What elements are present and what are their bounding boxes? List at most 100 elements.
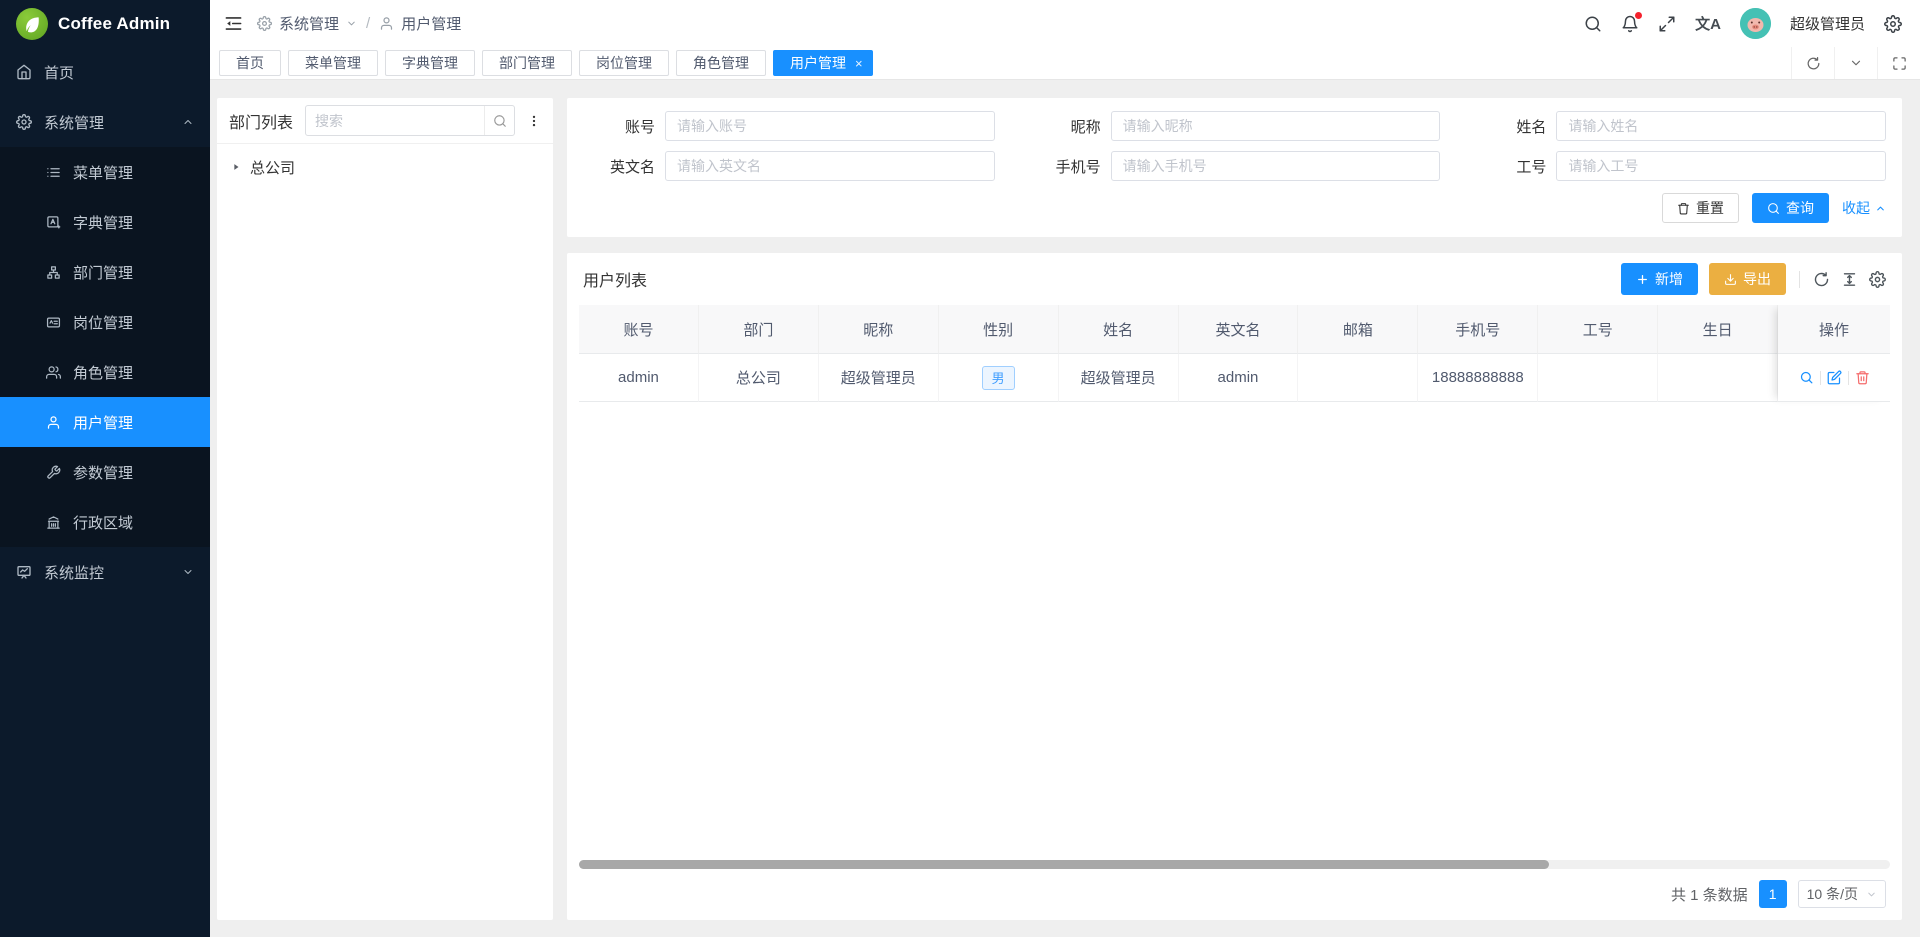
language-switch-icon[interactable]: 文A xyxy=(1695,13,1721,34)
collapse-sidebar-icon[interactable] xyxy=(224,14,243,33)
field-name: 姓名 xyxy=(1474,111,1886,141)
page-size-select[interactable]: 10 条/页 xyxy=(1798,880,1886,908)
chevron-down-icon[interactable] xyxy=(1834,47,1877,79)
user-table: 账号 部门 昵称 性别 姓名 英文名 邮箱 手机号 工号 生日 ad xyxy=(579,305,1890,859)
nickname-input[interactable] xyxy=(1111,111,1441,141)
table-scroll-area: 账号 部门 昵称 性别 姓名 英文名 邮箱 手机号 工号 生日 ad xyxy=(579,305,1778,402)
export-button[interactable]: 导出 xyxy=(1709,263,1786,295)
chevron-up-icon xyxy=(1875,203,1886,214)
more-options-icon[interactable] xyxy=(527,113,541,129)
sidebar-item-home[interactable]: 首页 xyxy=(0,47,210,97)
table-row[interactable]: admin 总公司 超级管理员 男 超级管理员 admin 1888888888… xyxy=(579,354,1778,402)
horizontal-scrollbar-thumb[interactable] xyxy=(579,860,1549,869)
filter-actions: 重置 查询 收起 xyxy=(583,193,1886,223)
cell-email xyxy=(1298,354,1418,402)
cell-name: 超级管理员 xyxy=(1059,354,1179,402)
cell-gender: 男 xyxy=(939,354,1059,402)
gear-icon xyxy=(16,114,32,130)
sidebar-item-system-management[interactable]: 系统管理 xyxy=(0,97,210,147)
sidebar-item-system-monitor[interactable]: 系统监控 xyxy=(0,547,210,597)
edit-icon[interactable] xyxy=(1827,370,1842,385)
collapse-filters-link[interactable]: 收起 xyxy=(1842,198,1886,218)
close-icon[interactable]: × xyxy=(855,57,863,70)
col-header-job-no: 工号 xyxy=(1538,305,1658,354)
search-icon xyxy=(1767,202,1780,215)
tab-dict-management[interactable]: 字典管理 xyxy=(385,50,475,76)
caret-right-icon[interactable] xyxy=(231,162,241,172)
field-label: 账号 xyxy=(583,116,655,137)
id-card-icon xyxy=(46,315,61,330)
view-detail-icon[interactable] xyxy=(1799,370,1814,385)
chevron-up-icon xyxy=(182,116,194,128)
english-name-input[interactable] xyxy=(665,151,995,181)
sidebar-item-admin-region[interactable]: 行政区域 xyxy=(0,497,210,547)
sidebar-item-dict-management[interactable]: 字典管理 xyxy=(0,197,210,247)
tab-menu-management[interactable]: 菜单管理 xyxy=(288,50,378,76)
sidebar-item-label: 行政区域 xyxy=(73,512,133,533)
sidebar-item-label: 参数管理 xyxy=(73,462,133,483)
sidebar-item-menu-management[interactable]: 菜单管理 xyxy=(0,147,210,197)
delete-icon[interactable] xyxy=(1855,370,1870,385)
divider xyxy=(1799,271,1800,288)
settings-gear-icon[interactable] xyxy=(1884,15,1902,33)
breadcrumb: 系统管理 / 用户管理 xyxy=(257,13,461,34)
maximize-icon[interactable] xyxy=(1877,47,1920,79)
phone-input[interactable] xyxy=(1111,151,1441,181)
filter-grid: 账号 昵称 姓名 英文名 xyxy=(583,111,1886,181)
tab-post-management[interactable]: 岗位管理 xyxy=(579,50,669,76)
col-header-account: 账号 xyxy=(579,305,699,354)
tree-node-head-office[interactable]: 总公司 xyxy=(231,154,539,180)
avatar[interactable] xyxy=(1740,8,1771,39)
add-user-button[interactable]: 新增 xyxy=(1621,263,1698,295)
page-tabs: 首页 菜单管理 字典管理 部门管理 岗位管理 角色管理 用户管理 × xyxy=(219,50,1791,76)
system-management-submenu: 菜单管理 字典管理 部门管理 岗位管理 角色管理 xyxy=(0,147,210,547)
page-number-button[interactable]: 1 xyxy=(1759,880,1787,908)
tab-dept-management[interactable]: 部门管理 xyxy=(482,50,572,76)
tab-home[interactable]: 首页 xyxy=(219,50,281,76)
job-number-input[interactable] xyxy=(1556,151,1886,181)
fullscreen-icon[interactable] xyxy=(1658,15,1676,33)
user-table-card: 用户列表 新增 导出 xyxy=(567,253,1902,920)
divider xyxy=(1848,371,1849,385)
table-empty-area xyxy=(579,402,1890,859)
current-username[interactable]: 超级管理员 xyxy=(1790,13,1865,34)
tab-user-management[interactable]: 用户管理 × xyxy=(773,50,873,76)
sidebar-item-dept-management[interactable]: 部门管理 xyxy=(0,247,210,297)
sidebar-item-user-management[interactable]: 用户管理 xyxy=(0,397,210,447)
chevron-down-icon xyxy=(1866,889,1877,900)
sidebar-item-label: 角色管理 xyxy=(73,362,133,383)
breadcrumb-level1[interactable]: 系统管理 xyxy=(279,13,339,34)
bank-icon xyxy=(46,515,61,530)
trash-icon xyxy=(1677,202,1690,215)
dept-search-box xyxy=(305,105,515,136)
dept-search-input[interactable] xyxy=(306,113,484,129)
users-icon xyxy=(46,365,61,380)
name-input[interactable] xyxy=(1556,111,1886,141)
sidebar-item-label: 系统管理 xyxy=(44,112,104,133)
field-label: 英文名 xyxy=(583,156,655,177)
refresh-icon[interactable] xyxy=(1791,47,1834,79)
search-icon[interactable] xyxy=(1584,15,1602,33)
cell-en-name: admin xyxy=(1179,354,1299,402)
sidebar-item-role-management[interactable]: 角色管理 xyxy=(0,347,210,397)
notification-bell-icon[interactable] xyxy=(1621,15,1639,33)
spring-leaf-logo-icon xyxy=(16,8,48,40)
field-nickname: 昵称 xyxy=(1029,111,1441,141)
column-settings-gear-icon[interactable] xyxy=(1869,271,1886,288)
cell-nickname: 超级管理员 xyxy=(819,354,939,402)
monitor-board-icon xyxy=(16,564,32,580)
query-button[interactable]: 查询 xyxy=(1752,193,1829,223)
reset-button[interactable]: 重置 xyxy=(1662,193,1739,223)
horizontal-scrollbar-track xyxy=(579,860,1890,869)
sidebar-item-param-management[interactable]: 参数管理 xyxy=(0,447,210,497)
sidebar-item-post-management[interactable]: 岗位管理 xyxy=(0,297,210,347)
tab-role-management[interactable]: 角色管理 xyxy=(676,50,766,76)
table-toolbar: 用户列表 新增 导出 xyxy=(579,263,1890,305)
refresh-icon[interactable] xyxy=(1813,271,1830,288)
account-input[interactable] xyxy=(665,111,995,141)
sidebar-item-label: 字典管理 xyxy=(73,212,133,233)
search-icon[interactable] xyxy=(484,106,514,135)
row-height-icon[interactable] xyxy=(1841,271,1858,288)
field-label: 工号 xyxy=(1474,156,1546,177)
dictionary-icon xyxy=(46,215,61,230)
